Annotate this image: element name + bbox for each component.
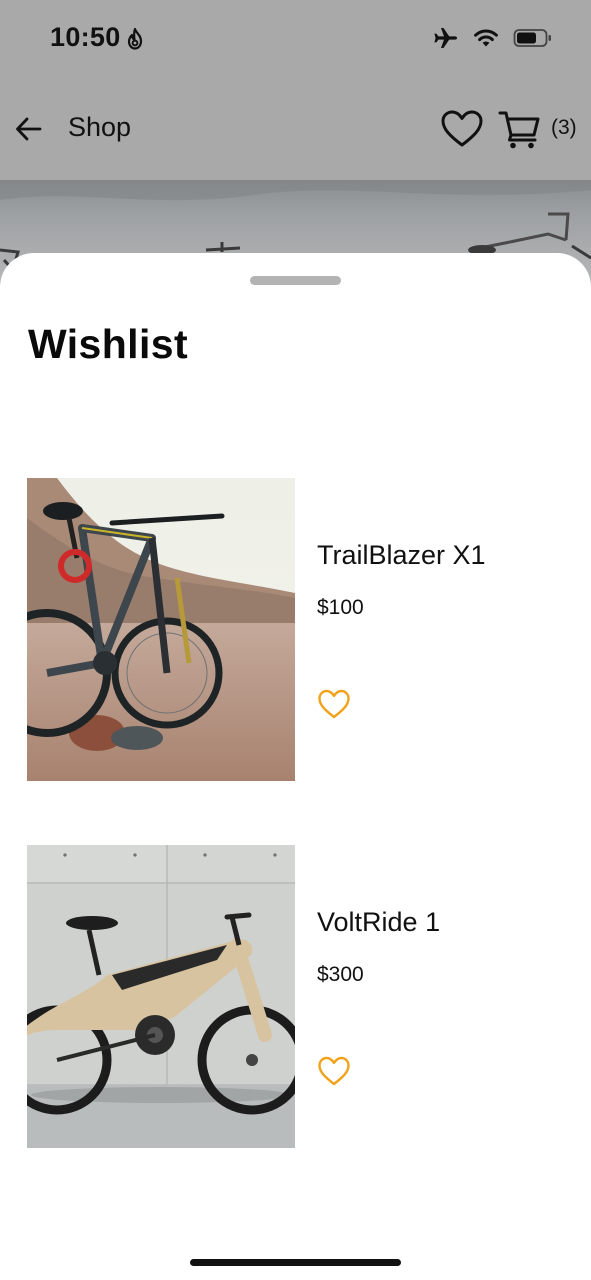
airplane-icon [434, 28, 457, 48]
item-price: $300 [317, 963, 364, 986]
item-price: $100 [317, 596, 364, 619]
item-name[interactable]: VoltRide 1 [317, 907, 440, 938]
heart-outline-icon[interactable] [317, 688, 351, 720]
heart-outline-icon[interactable] [440, 108, 484, 150]
flame-icon [127, 27, 143, 50]
status-icons [433, 26, 553, 50]
heart-outline-icon[interactable] [317, 1055, 351, 1087]
cart-icon[interactable] [498, 108, 542, 150]
cart-count: (3) [551, 116, 577, 139]
background-page-header: 10:50 Shop (3) [0, 0, 591, 180]
nav-bar: Shop (3) [0, 100, 591, 160]
arrow-left-icon[interactable] [14, 114, 44, 144]
status-time: 10:50 [50, 22, 121, 52]
wishlist-sheet: Wishlist TrailBlazer X1 $100 VoltRide 1 … [0, 253, 591, 1280]
sheet-title: Wishlist [28, 321, 189, 367]
home-indicator[interactable] [190, 1259, 401, 1266]
nav-title[interactable]: Shop [68, 112, 131, 143]
sheet-grabber[interactable] [250, 276, 341, 285]
wifi-icon [474, 29, 498, 47]
wishlist-item[interactable]: TrailBlazer X1 $100 [27, 478, 567, 781]
mountain-bike-photo[interactable] [27, 478, 295, 781]
wishlist-item[interactable]: VoltRide 1 $300 [27, 845, 567, 1148]
electric-bike-photo[interactable] [27, 845, 295, 1148]
battery-icon [513, 29, 551, 47]
item-name[interactable]: TrailBlazer X1 [317, 540, 486, 571]
screen: 10:50 Shop (3) Wishlist TrailBlazer X1 $… [0, 0, 591, 1280]
status-bar: 10:50 [0, 0, 591, 80]
